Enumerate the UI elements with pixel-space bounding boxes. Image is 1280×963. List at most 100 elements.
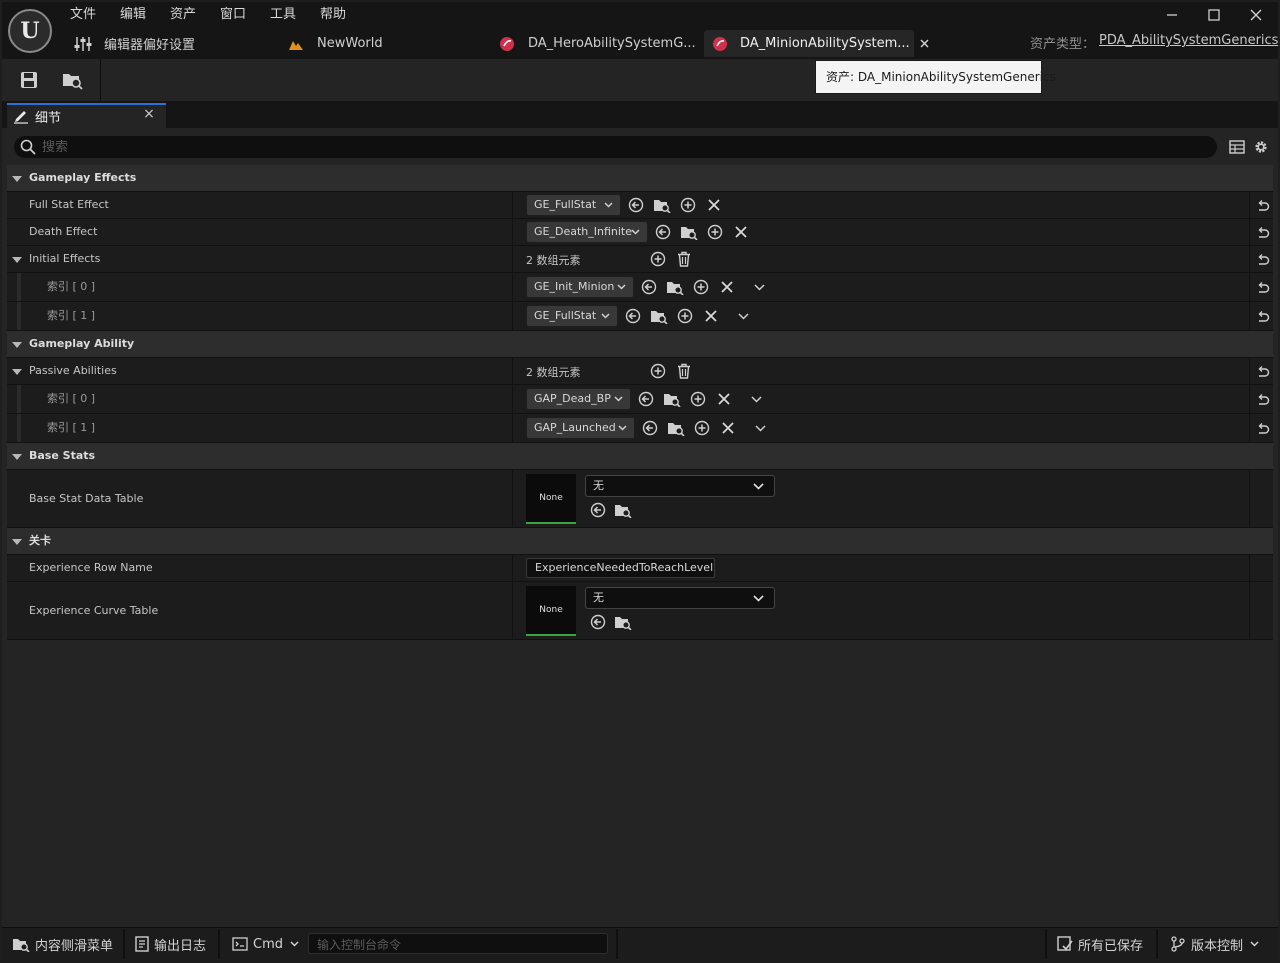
clear-icon[interactable] xyxy=(715,390,733,408)
cmd-selector-button[interactable]: Cmd xyxy=(232,929,299,959)
category-level[interactable]: 关卡 xyxy=(7,528,1273,555)
reset-to-default-icon[interactable] xyxy=(1256,393,1270,407)
details-close-icon[interactable]: × xyxy=(142,106,156,122)
reset-to-default-icon[interactable] xyxy=(1256,199,1270,213)
class-picker-dropdown[interactable]: GE_Init_Minion xyxy=(526,276,634,298)
reset-to-default-icon[interactable] xyxy=(1256,365,1270,379)
delete-all-icon[interactable] xyxy=(675,250,693,268)
add-icon[interactable] xyxy=(679,196,697,214)
collapse-caret-icon[interactable] xyxy=(12,369,22,375)
menu-tools[interactable]: 工具 xyxy=(270,5,296,25)
property-matrix-button[interactable] xyxy=(1227,137,1247,157)
save-button[interactable] xyxy=(15,67,43,93)
close-window-button[interactable] xyxy=(1242,4,1270,26)
reset-to-default-icon[interactable] xyxy=(1256,310,1270,324)
browse-folder-icon[interactable] xyxy=(667,419,685,437)
browse-folder-icon[interactable] xyxy=(666,278,684,296)
collapse-caret-icon[interactable] xyxy=(12,257,22,263)
collapse-caret-icon[interactable] xyxy=(12,539,22,545)
collapse-caret-icon[interactable] xyxy=(12,176,22,182)
browse-folder-icon[interactable] xyxy=(614,501,632,519)
clear-icon[interactable] xyxy=(732,223,750,241)
tab-hero-asset[interactable]: DA_HeroAbilitySystemG... xyxy=(498,30,698,57)
add-icon[interactable] xyxy=(689,390,707,408)
use-selected-icon[interactable] xyxy=(640,278,658,296)
clear-icon[interactable] xyxy=(705,196,723,214)
collapse-caret-icon[interactable] xyxy=(12,342,22,348)
add-icon[interactable] xyxy=(693,419,711,437)
property-experience-curve-table: Experience Curve Table None 无 xyxy=(7,582,1273,640)
use-selected-icon[interactable] xyxy=(627,196,645,214)
browse-folder-icon[interactable] xyxy=(663,390,681,408)
add-icon[interactable] xyxy=(692,278,710,296)
category-gameplay-effects[interactable]: Gameplay Effects xyxy=(7,165,1273,192)
property-death-effect: Death Effect GE_Death_Infinite xyxy=(7,219,1273,246)
source-control-icon xyxy=(1170,936,1186,952)
reset-to-default-icon[interactable] xyxy=(1256,422,1270,436)
menu-file[interactable]: 文件 xyxy=(70,5,96,25)
class-picker-dropdown[interactable]: GAP_Launched xyxy=(526,417,635,439)
tab-minion-asset[interactable]: DA_MinionAbilitySystem... xyxy=(704,30,929,57)
use-selected-icon[interactable] xyxy=(637,390,655,408)
class-picker-dropdown[interactable]: GE_FullStat xyxy=(526,305,618,327)
class-picker-dropdown[interactable]: GE_FullStat xyxy=(526,194,621,216)
tab-new-world[interactable]: NewWorld xyxy=(287,30,477,57)
settings-button[interactable] xyxy=(1251,137,1271,157)
use-selected-icon[interactable] xyxy=(654,223,672,241)
menu-window[interactable]: 窗口 xyxy=(220,5,246,25)
category-base-stats[interactable]: Base Stats xyxy=(7,443,1273,470)
search-input[interactable] xyxy=(42,139,1142,155)
content-drawer-button[interactable]: 内容侧滑菜单 xyxy=(12,929,113,959)
class-picker-dropdown[interactable]: GE_Death_Infinite xyxy=(526,221,648,243)
browse-asset-button[interactable] xyxy=(59,67,87,93)
delete-all-icon[interactable] xyxy=(675,362,693,380)
element-options-chevron-icon[interactable] xyxy=(747,390,765,408)
asset-type-link[interactable]: PDA_AbilitySystemGenerics xyxy=(1099,33,1278,48)
reset-to-default-icon[interactable] xyxy=(1256,253,1270,267)
browse-folder-icon[interactable] xyxy=(650,307,668,325)
use-selected-icon[interactable] xyxy=(589,613,607,631)
add-icon[interactable] xyxy=(676,307,694,325)
source-control-button[interactable]: 版本控制 xyxy=(1170,929,1259,959)
minimize-button[interactable] xyxy=(1158,4,1186,26)
console-command-input[interactable] xyxy=(309,935,607,955)
clear-icon[interactable] xyxy=(719,419,737,437)
unreal-logo-icon[interactable]: U xyxy=(8,9,52,53)
property-passive-abilities: Passive Abilities 2 数组元素 xyxy=(7,358,1273,385)
element-options-chevron-icon[interactable] xyxy=(751,419,769,437)
use-selected-icon[interactable] xyxy=(641,419,659,437)
sliders-icon xyxy=(74,35,92,53)
category-gameplay-ability[interactable]: Gameplay Ability xyxy=(7,331,1273,358)
element-options-chevron-icon[interactable] xyxy=(750,278,768,296)
tab-editor-preferences[interactable]: 编辑器偏好设置 xyxy=(74,30,284,57)
clear-icon[interactable] xyxy=(718,278,736,296)
asset-type-label: 资产类型： xyxy=(1030,37,1096,52)
browse-folder-icon[interactable] xyxy=(653,196,671,214)
use-selected-icon[interactable] xyxy=(589,501,607,519)
use-selected-icon[interactable] xyxy=(624,307,642,325)
menu-asset[interactable]: 资产 xyxy=(170,5,196,25)
collapse-caret-icon[interactable] xyxy=(12,454,22,460)
tab-close-icon[interactable] xyxy=(920,39,929,48)
add-element-icon[interactable] xyxy=(649,250,667,268)
class-picker-dropdown[interactable]: GAP_Dead_BP xyxy=(526,388,631,410)
browse-folder-icon[interactable] xyxy=(614,613,632,631)
browse-folder-icon[interactable] xyxy=(680,223,698,241)
asset-thumbnail[interactable]: None xyxy=(526,586,576,636)
add-icon[interactable] xyxy=(706,223,724,241)
menu-help[interactable]: 帮助 xyxy=(320,5,346,25)
clear-icon[interactable] xyxy=(702,307,720,325)
element-options-chevron-icon[interactable] xyxy=(734,307,752,325)
maximize-icon xyxy=(1208,9,1220,21)
maximize-button[interactable] xyxy=(1200,4,1228,26)
asset-thumbnail[interactable]: None xyxy=(526,474,576,524)
experience-row-name-field[interactable]: ExperienceNeededToReachLevel xyxy=(526,558,715,578)
add-element-icon[interactable] xyxy=(649,362,667,380)
output-log-button[interactable]: 输出日志 xyxy=(135,929,206,959)
menu-edit[interactable]: 编辑 xyxy=(120,5,146,25)
reset-to-default-icon[interactable] xyxy=(1256,226,1270,240)
all-saved-button[interactable]: 所有已保存 xyxy=(1057,929,1143,959)
reset-to-default-icon[interactable] xyxy=(1256,281,1270,295)
asset-picker-dropdown[interactable]: 无 xyxy=(585,475,775,497)
asset-picker-dropdown[interactable]: 无 xyxy=(585,587,775,609)
